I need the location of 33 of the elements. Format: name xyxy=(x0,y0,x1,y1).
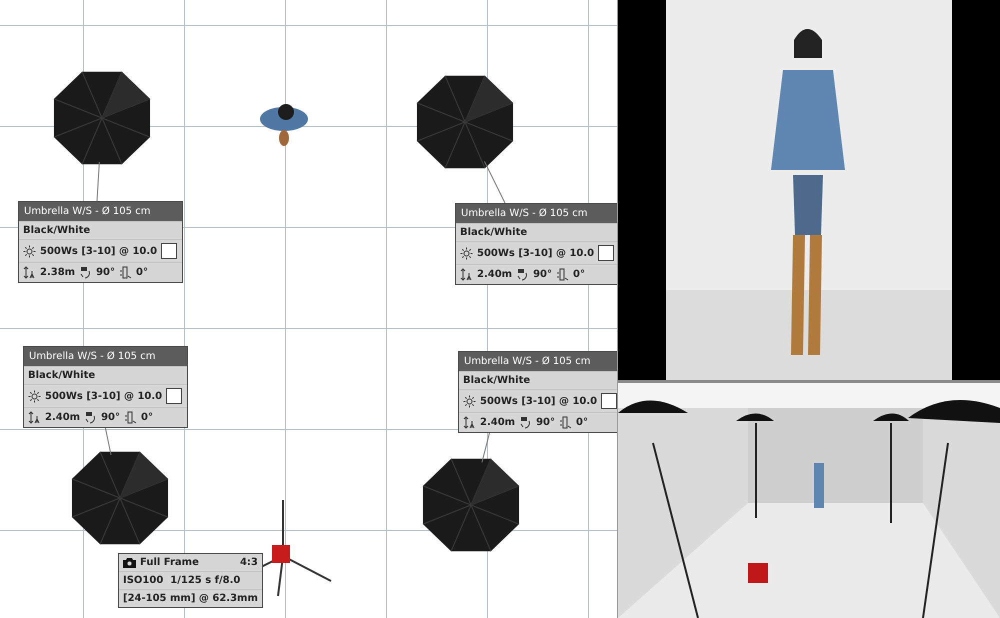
height-label: 2.40m xyxy=(45,412,80,423)
height-label: 2.40m xyxy=(480,417,516,428)
camera-info-panel[interactable]: Full Frame 4:3 ISO100 1/125 s f/8.0 [24-105 mm] @ 62.3mm xyxy=(118,553,263,608)
aspect-ratio-label: 4:3 xyxy=(240,557,258,568)
height-label: 2.38m xyxy=(40,267,76,278)
modifier-label: Black/White xyxy=(28,370,96,381)
modifier-label: Black/White xyxy=(463,375,530,386)
power-label: 500Ws [3-10] @ 10.0 xyxy=(480,396,598,406)
tilt-label: 90° xyxy=(101,412,120,423)
exposure-label: ISO100 1/125 s f/8.0 xyxy=(123,575,240,586)
rotation-label: 0° xyxy=(573,269,585,280)
tilt-label: 90° xyxy=(96,267,116,278)
sensor-format-label: Full Frame xyxy=(140,557,199,568)
height-label: 2.40m xyxy=(477,269,512,280)
light-title: Umbrella W/S - Ø 105 cm xyxy=(456,204,617,223)
light-title: Umbrella W/S - Ø 105 cm xyxy=(459,352,617,371)
tilt-label: 90° xyxy=(533,269,552,280)
power-label: 500Ws [3-10] @ 10.0 xyxy=(45,390,162,402)
light-info-panel[interactable]: Umbrella W/S - Ø 105 cm Black/White 500Ws [3-10] @ 10.0 2.40m 90° 0° xyxy=(455,203,617,285)
modifier-label: Black/White xyxy=(23,225,90,236)
modifier-label: Black/White xyxy=(460,227,528,238)
rotation-label: 0° xyxy=(576,417,588,428)
light-info-panel[interactable]: Umbrella W/S - Ø 105 cm Black/White 500Ws [3-10] @ 10.0 2.38m 90° 0° xyxy=(18,201,184,283)
light-info-panel[interactable]: Umbrella W/S - Ø 105 cm Black/White 500Ws [3-10] @ 10.0 2.40m 90° 0° xyxy=(23,346,188,428)
power-label: 500Ws [3-10] @ 10.0 xyxy=(477,248,594,258)
light-title: Umbrella W/S - Ø 105 cm xyxy=(19,202,182,221)
light-info-panel[interactable]: Umbrella W/S - Ø 105 cm Black/White 500Ws [3-10] @ 10.0 2.40m 90° 0° xyxy=(458,351,617,433)
lens-label: [24-105 mm] @ 62.3mm xyxy=(123,593,258,604)
light-title: Umbrella W/S - Ø 105 cm xyxy=(24,347,188,366)
power-label: 500Ws [3-10] @ 10.0 xyxy=(40,246,158,256)
rotation-label: 0° xyxy=(136,267,148,278)
tilt-label: 90° xyxy=(536,417,556,428)
rotation-label: 0° xyxy=(141,412,153,423)
